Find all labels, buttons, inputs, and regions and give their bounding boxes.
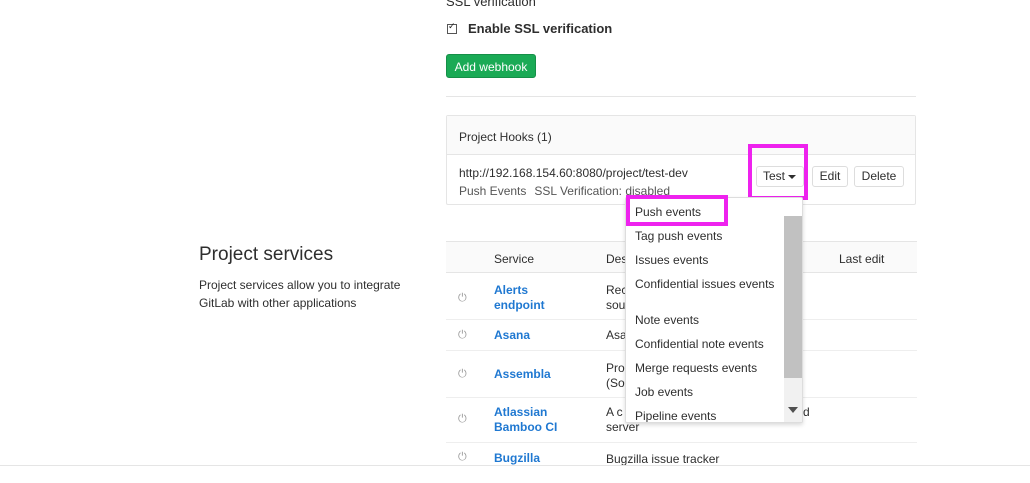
power-icon: ⏻ [458,368,467,380]
dropdown-item-note-events[interactable]: Note events [635,314,780,326]
hook-tag-ssl-verification: SSL Verification: disabled [534,184,671,198]
dropdown-item-confidential-note-events[interactable]: Confidential note events [635,338,780,350]
service-name-link[interactable]: Bugzilla [494,451,540,466]
dropdown-item-tag-push-events[interactable]: Tag push events [635,230,780,242]
service-name-link[interactable]: Alerts endpoint [494,283,574,313]
test-button-label: Test [763,169,786,183]
project-hooks-panel: Project Hooks (1) http://192.168.154.60:… [446,115,916,205]
ssl-verification-heading: SSL verification [446,0,536,9]
dropdown-item-confidential-issues-events[interactable]: Confidential issues events [635,278,780,290]
dropdown-item-job-events[interactable]: Job events [635,386,780,398]
power-icon: ⏻ [458,292,467,304]
edit-hook-button[interactable]: Edit [812,166,848,187]
table-row[interactable]: ⏻ Bugzilla Bugzilla issue tracker [446,443,917,483]
test-events-dropdown: Push events Tag push events Issues event… [625,197,803,423]
ssl-verification-label: Enable SSL verification [468,21,613,36]
service-name-link[interactable]: Asana [494,328,530,343]
column-last-edit: Last edit [839,252,885,266]
power-icon: ⏻ [458,451,467,463]
ssl-verification-checkbox[interactable] [447,21,457,34]
dropdown-item-merge-requests-events[interactable]: Merge requests events [635,362,780,374]
project-hooks-header: Project Hooks (1) [447,116,915,155]
power-icon: ⏻ [458,413,467,425]
add-webhook-button[interactable]: Add webhook [446,54,536,78]
service-description: Rec sou [606,283,628,312]
service-name-link[interactable]: Assembla [494,367,551,382]
service-description-suffix: d [803,405,810,419]
dropdown-item-pipeline-events[interactable]: Pipeline events [635,410,780,422]
hook-tags: Push Events SSL Verification: disabled [459,184,678,198]
hook-tag-push-events: Push Events [459,184,527,198]
dropdown-item-issues-events[interactable]: Issues events [635,254,780,266]
service-name-link[interactable]: Atlassian Bamboo CI [494,405,574,435]
power-icon: ⏻ [458,329,467,341]
column-service: Service [494,252,535,266]
caret-down-icon [788,175,796,179]
project-services-title: Project services [199,244,334,265]
service-description: Pro (So [606,361,625,390]
dropdown-item-push-events[interactable]: Push events [635,206,780,218]
service-description: Asa [606,328,627,342]
hook-url: http://192.168.154.60:8080/project/test-… [459,166,688,180]
project-hooks-title: Project Hooks (1) [459,130,552,144]
dropdown-scrollbar-thumb[interactable] [784,216,802,378]
divider [446,96,916,97]
page-bottom-border [0,465,1030,466]
project-services-description: Project services allow you to integrate … [199,278,401,310]
test-hook-button[interactable]: Test [756,166,804,187]
scroll-down-arrow-icon[interactable] [788,407,798,413]
delete-hook-button[interactable]: Delete [854,166,904,187]
